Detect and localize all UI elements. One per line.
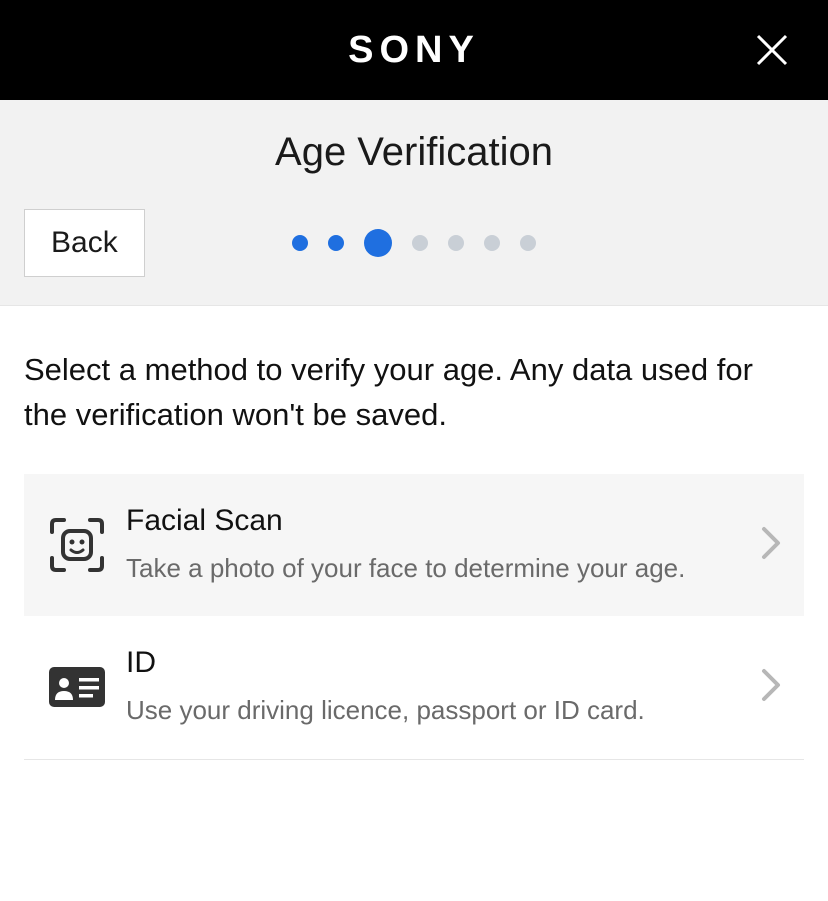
brand-logo: SONY xyxy=(348,29,480,72)
stepper-dot xyxy=(412,235,428,251)
option-title: ID xyxy=(126,646,746,680)
progress-stepper xyxy=(292,229,536,257)
stepper-dot xyxy=(448,235,464,251)
stepper-dot xyxy=(328,235,344,251)
page-title: Age Verification xyxy=(24,130,804,175)
option-description: Take a photo of your face to determine y… xyxy=(126,550,746,586)
controls-row: Back xyxy=(24,209,804,277)
subheader: Age Verification Back xyxy=(0,100,828,306)
stepper-dot-active xyxy=(364,229,392,257)
stepper-dot xyxy=(292,235,308,251)
close-icon xyxy=(754,32,790,68)
option-facial-scan[interactable]: Facial Scan Take a photo of your face to… xyxy=(24,474,804,616)
option-description: Use your driving licence, passport or ID… xyxy=(126,692,746,728)
id-card-icon xyxy=(46,664,116,710)
option-title: Facial Scan xyxy=(126,504,746,538)
instruction-text: Select a method to verify your age. Any … xyxy=(24,348,804,438)
topbar: SONY xyxy=(0,0,828,100)
chevron-right-icon xyxy=(760,525,782,566)
chevron-right-icon xyxy=(760,667,782,708)
face-scan-icon xyxy=(46,514,116,576)
close-button[interactable] xyxy=(750,28,794,72)
option-body: ID Use your driving licence, passport or… xyxy=(116,646,760,728)
option-body: Facial Scan Take a photo of your face to… xyxy=(116,504,760,586)
option-id[interactable]: ID Use your driving licence, passport or… xyxy=(24,616,804,759)
stepper-dot xyxy=(484,235,500,251)
content-area: Select a method to verify your age. Any … xyxy=(0,306,828,760)
stepper-dot xyxy=(520,235,536,251)
back-button[interactable]: Back xyxy=(24,209,145,277)
